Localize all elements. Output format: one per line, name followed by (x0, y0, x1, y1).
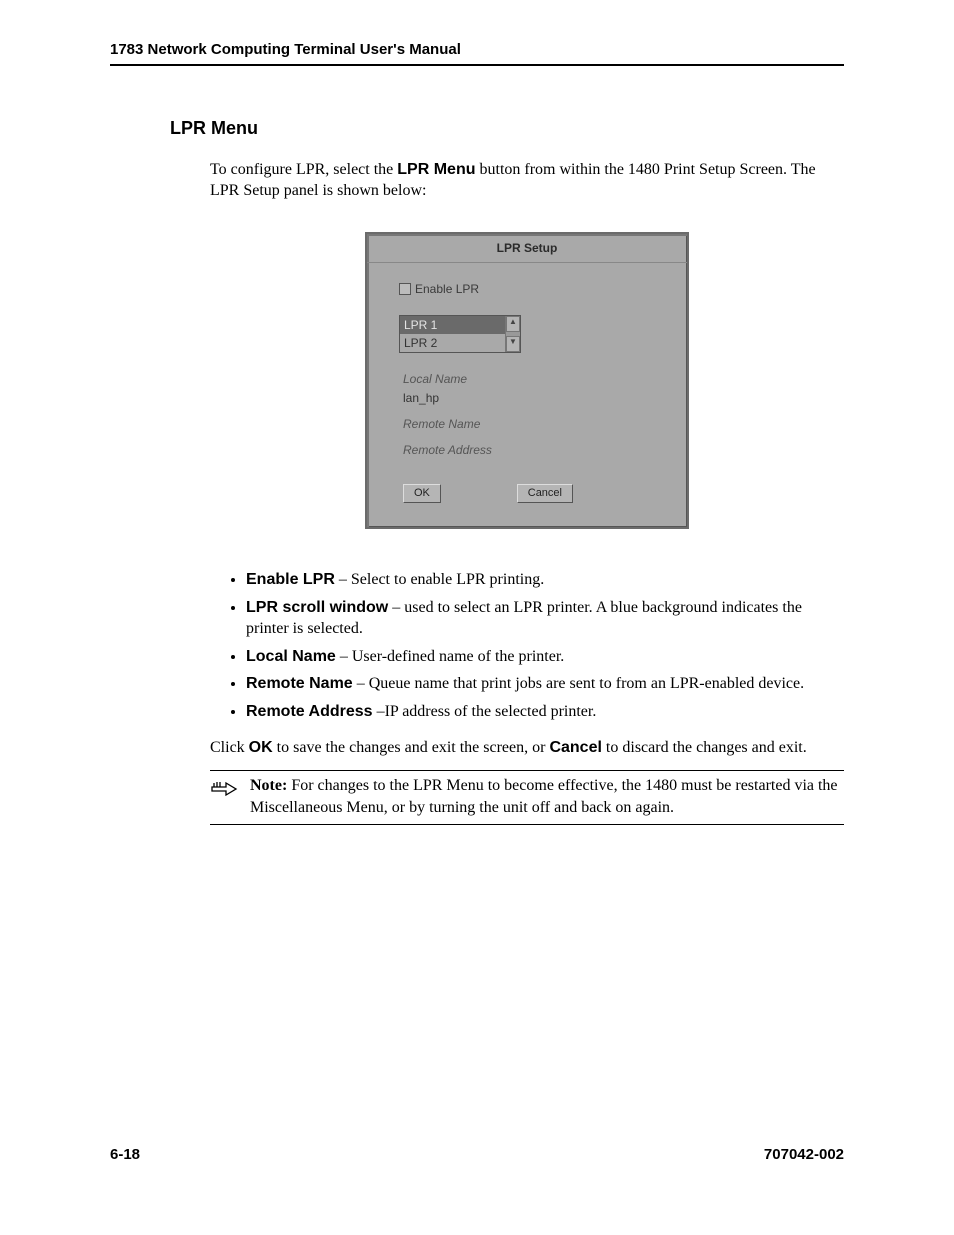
enable-lpr-checkbox[interactable] (399, 283, 411, 295)
closing-post: to discard the changes and exit. (602, 739, 807, 756)
bullet-term: Enable LPR (246, 571, 335, 588)
list-item: Local Name – User-defined name of the pr… (246, 646, 844, 668)
closing-ok: OK (249, 739, 273, 756)
section-title: LPR Menu (170, 116, 844, 140)
document-number: 707042-002 (764, 1145, 844, 1165)
bullet-desc: – User-defined name of the printer. (336, 648, 564, 665)
enable-lpr-row: Enable LPR (399, 281, 655, 297)
closing-paragraph: Click OK to save the changes and exit th… (210, 737, 844, 759)
list-item: LPR scroll window – used to select an LP… (246, 597, 844, 640)
local-name-value: lan_hp (403, 390, 655, 406)
local-name-label: Local Name (403, 371, 655, 387)
list-item[interactable]: LPR 1 (400, 316, 505, 334)
scroll-up-icon[interactable]: ▲ (506, 316, 520, 332)
scroll-down-icon[interactable]: ▼ (506, 336, 520, 352)
enable-lpr-label: Enable LPR (415, 281, 479, 297)
list-item: Remote Name – Queue name that print jobs… (246, 673, 844, 695)
dialog-screenshot: LPR Setup Enable LPR LPR 1 LPR 2 ▲ ▼ (210, 232, 844, 529)
list-item: Remote Address –IP address of the select… (246, 701, 844, 723)
bullet-term: Local Name (246, 648, 336, 665)
note-hand-icon (210, 777, 238, 797)
note-text: Note: For changes to the LPR Menu to bec… (250, 775, 844, 818)
closing-cancel: Cancel (549, 739, 601, 756)
closing-mid: to save the changes and exit the screen,… (273, 739, 550, 756)
note-label: Note: (250, 777, 287, 794)
ok-button[interactable]: OK (403, 484, 441, 503)
dialog-title: LPR Setup (367, 234, 687, 263)
lpr-setup-dialog: LPR Setup Enable LPR LPR 1 LPR 2 ▲ ▼ (365, 232, 689, 529)
bullet-desc: – Queue name that print jobs are sent to… (353, 675, 804, 692)
lpr-listbox[interactable]: LPR 1 LPR 2 ▲ ▼ (399, 315, 521, 353)
remote-address-label: Remote Address (403, 442, 655, 458)
page-header: 1783 Network Computing Terminal User's M… (110, 40, 844, 66)
page-number: 6-18 (110, 1145, 140, 1165)
listbox-scrollbar[interactable]: ▲ ▼ (505, 316, 520, 352)
bullet-term: LPR scroll window (246, 599, 388, 616)
note-block: Note: For changes to the LPR Menu to bec… (210, 770, 844, 825)
page-footer: 6-18 707042-002 (110, 1145, 844, 1165)
closing-pre: Click (210, 739, 249, 756)
field-descriptions-list: Enable LPR – Select to enable LPR printi… (210, 569, 844, 723)
list-item: Enable LPR – Select to enable LPR printi… (246, 569, 844, 591)
note-body: For changes to the LPR Menu to become ef… (250, 777, 838, 816)
intro-paragraph: To configure LPR, select the LPR Menu bu… (210, 159, 844, 202)
intro-pre: To configure LPR, select the (210, 161, 397, 178)
list-item[interactable]: LPR 2 (400, 334, 505, 352)
bullet-term: Remote Address (246, 703, 373, 720)
bullet-term: Remote Name (246, 675, 353, 692)
intro-bold: LPR Menu (397, 161, 475, 178)
cancel-button[interactable]: Cancel (517, 484, 573, 503)
remote-name-label: Remote Name (403, 416, 655, 432)
bullet-desc: – Select to enable LPR printing. (335, 571, 544, 588)
bullet-desc: –IP address of the selected printer. (373, 703, 597, 720)
